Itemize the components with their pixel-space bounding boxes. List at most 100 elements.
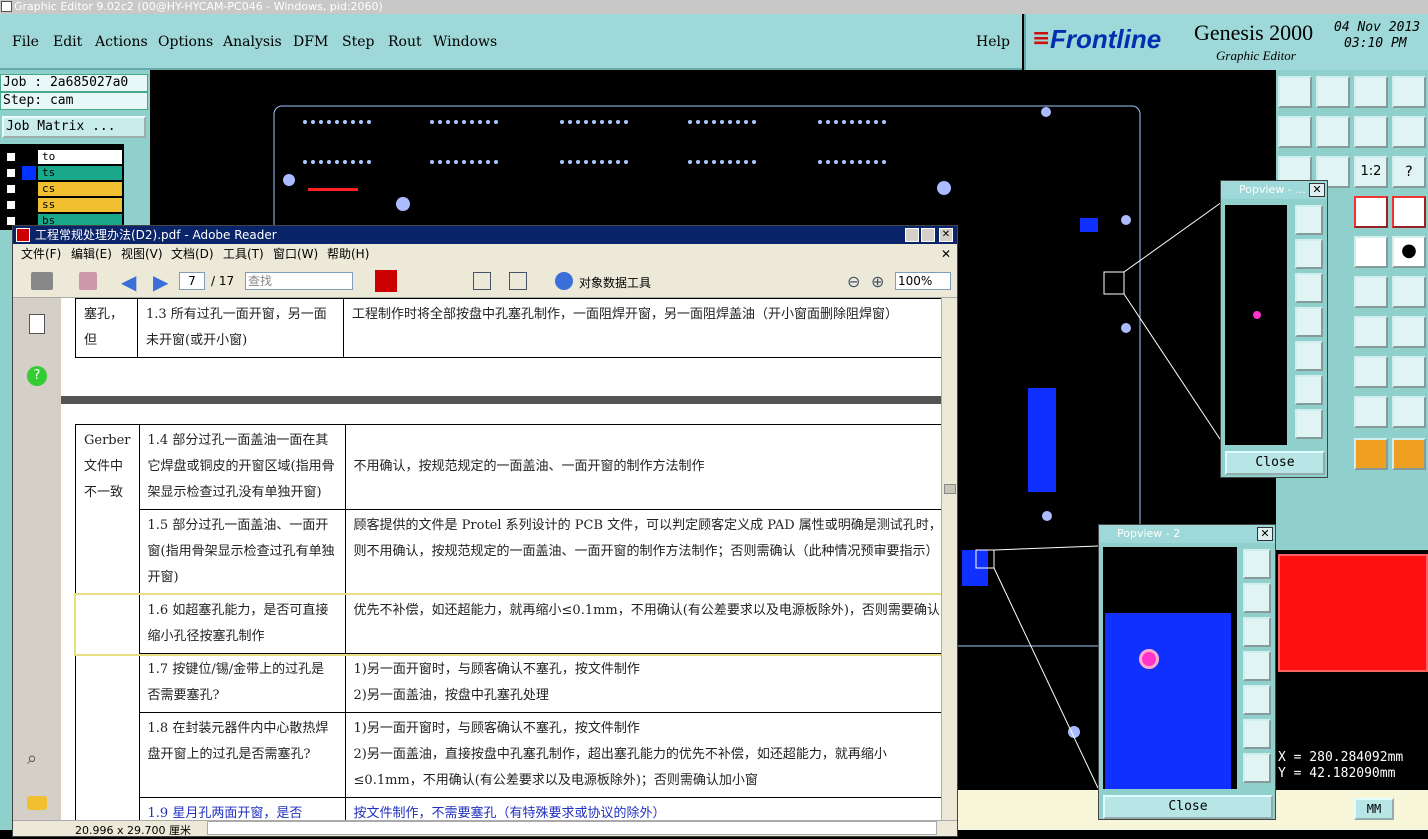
menu-options[interactable]: Options xyxy=(158,34,213,50)
menu-edit[interactable]: Edit xyxy=(53,34,82,50)
close-icon[interactable]: ✕ xyxy=(1257,527,1273,541)
pages-panel-icon[interactable] xyxy=(29,314,45,334)
tool-button[interactable] xyxy=(1316,76,1350,108)
layer-checkbox[interactable] xyxy=(6,184,16,194)
close-icon[interactable]: ✕ xyxy=(939,228,953,242)
page-number-input[interactable]: 7 xyxy=(179,272,205,290)
layer-checkbox[interactable] xyxy=(6,152,16,162)
system-menu-icon[interactable] xyxy=(1,1,12,12)
scrollbar-thumb[interactable] xyxy=(944,484,956,494)
layer-row[interactable]: cs xyxy=(4,182,122,196)
doc-close-icon[interactable]: ✕ xyxy=(941,244,951,264)
pan-left-button[interactable] xyxy=(1243,651,1271,681)
popview-2-close-button[interactable]: Close xyxy=(1103,795,1273,819)
tool-button[interactable] xyxy=(1392,116,1426,148)
popview-1-window[interactable]: Popview - ... ✕ Close xyxy=(1220,180,1328,478)
tool-button[interactable] xyxy=(1392,396,1426,428)
pad-icon[interactable]: ● xyxy=(1392,236,1426,268)
layer-checkbox[interactable] xyxy=(6,168,16,178)
zoom-in-icon[interactable]: ⊕ xyxy=(871,272,884,291)
menu-step[interactable]: Step xyxy=(342,34,374,50)
zoom-out-button[interactable] xyxy=(1243,753,1271,783)
hand-tool-icon[interactable] xyxy=(79,272,97,290)
menu-actions[interactable]: Actions xyxy=(95,34,148,50)
popview-2-window[interactable]: Popview - 2 ✕ Close xyxy=(1098,524,1276,820)
tool-button[interactable] xyxy=(1354,196,1388,228)
comments-icon[interactable] xyxy=(27,796,47,810)
help-question-icon[interactable]: ? xyxy=(1392,156,1426,188)
pad-dot xyxy=(351,120,355,124)
pan-left-button[interactable] xyxy=(1295,307,1323,337)
tool-button[interactable] xyxy=(1392,76,1426,108)
tool-button[interactable] xyxy=(1392,196,1426,228)
pan-down-button[interactable] xyxy=(1243,617,1271,647)
home-icon[interactable] xyxy=(1354,76,1388,108)
tool-button[interactable] xyxy=(1278,116,1312,148)
object-data-tool-label[interactable]: 对象数据工具 xyxy=(579,274,651,291)
pan-down-button[interactable] xyxy=(1295,273,1323,303)
reader-menu-view[interactable]: 视图(V) xyxy=(121,244,163,264)
popview-zoom-button[interactable] xyxy=(1295,205,1323,235)
menu-rout[interactable]: Rout xyxy=(388,34,422,50)
tool-button[interactable] xyxy=(1392,276,1426,308)
popview-1-close-button[interactable]: Close xyxy=(1225,451,1325,475)
zoom-input[interactable]: 100% xyxy=(895,272,951,290)
unit-button[interactable]: MM xyxy=(1354,798,1394,820)
create-pdf-icon[interactable] xyxy=(375,270,397,292)
maximize-icon[interactable] xyxy=(921,228,935,242)
tool-button[interactable] xyxy=(1354,438,1388,470)
tool-button[interactable] xyxy=(1278,76,1312,108)
tool-button[interactable] xyxy=(1392,316,1426,348)
tool-button[interactable] xyxy=(1354,116,1388,148)
object-data-icon[interactable] xyxy=(555,272,573,290)
job-matrix-button[interactable]: Job Matrix ... xyxy=(2,116,146,138)
search-input[interactable]: 查找 xyxy=(245,272,353,290)
zoom-out-icon[interactable]: ⊖ xyxy=(847,272,860,291)
fit-page-icon[interactable] xyxy=(473,272,491,290)
reader-menu-window[interactable]: 窗口(W) xyxy=(273,244,318,264)
pan-right-button[interactable] xyxy=(1295,341,1323,371)
tool-button[interactable] xyxy=(1392,438,1426,470)
menu-windows[interactable]: Windows xyxy=(433,34,497,50)
zoom-in-button[interactable] xyxy=(1295,375,1323,405)
attachment-icon[interactable]: ⌕ xyxy=(27,748,37,769)
horizontal-scrollbar[interactable] xyxy=(207,821,937,835)
vertical-scrollbar[interactable] xyxy=(941,298,957,820)
next-page-icon[interactable]: ▶ xyxy=(153,270,168,294)
layer-checkbox[interactable] xyxy=(6,200,16,210)
layer-row[interactable]: ss xyxy=(4,198,122,212)
pan-right-button[interactable] xyxy=(1243,685,1271,715)
menu-dfm[interactable]: DFM xyxy=(293,34,328,50)
fit-width-icon[interactable] xyxy=(509,272,527,290)
ruler-icon[interactable] xyxy=(1354,236,1388,268)
tool-button[interactable] xyxy=(1354,316,1388,348)
menu-file[interactable]: File xyxy=(12,34,39,50)
tool-button[interactable] xyxy=(1392,356,1426,388)
pdf-page-view[interactable]: 塞孔，但 1.3 所有过孔一面开窗，另一面未开窗(或开小窗) 工程制作时将全部按… xyxy=(61,298,941,820)
layer-row[interactable]: to xyxy=(4,150,122,164)
scale-1-2-icon[interactable]: 1:2 xyxy=(1354,156,1388,188)
print-icon[interactable] xyxy=(31,272,53,290)
tool-button[interactable] xyxy=(1354,396,1388,428)
tool-button[interactable] xyxy=(1316,116,1350,148)
pan-up-button[interactable] xyxy=(1295,239,1323,269)
pan-up-button[interactable] xyxy=(1243,583,1271,613)
reader-menu-help[interactable]: 帮助(H) xyxy=(327,244,369,264)
reader-menu-file[interactable]: 文件(F) xyxy=(21,244,61,264)
reader-menu-tools[interactable]: 工具(T) xyxy=(223,244,264,264)
reader-menu-edit[interactable]: 编辑(E) xyxy=(71,244,112,264)
tool-button[interactable] xyxy=(1354,276,1388,308)
layer-row[interactable]: ts xyxy=(4,166,122,180)
minimize-icon[interactable] xyxy=(905,228,919,242)
tool-button[interactable] xyxy=(1354,356,1388,388)
zoom-in-button[interactable] xyxy=(1243,719,1271,749)
menu-help[interactable]: Help xyxy=(976,34,1010,50)
previous-page-icon[interactable]: ◀ xyxy=(121,270,136,294)
adobe-reader-window[interactable]: 工程常规处理办法(D2).pdf - Adobe Reader ✕ 文件(F) … xyxy=(12,225,958,837)
popview-zoom-button[interactable] xyxy=(1243,549,1271,579)
close-icon[interactable]: ✕ xyxy=(1309,183,1325,197)
help-icon[interactable]: ? xyxy=(27,366,47,386)
menu-analysis[interactable]: Analysis xyxy=(223,34,282,50)
zoom-out-button[interactable] xyxy=(1295,409,1323,439)
reader-menu-document[interactable]: 文档(D) xyxy=(171,244,214,264)
